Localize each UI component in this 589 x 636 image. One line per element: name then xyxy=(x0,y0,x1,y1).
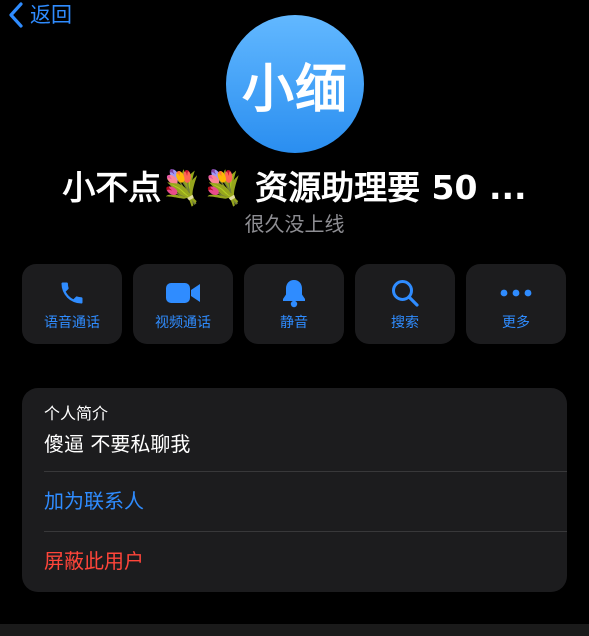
video-call-button[interactable]: 视频通话 xyxy=(133,264,233,344)
back-label: 返回 xyxy=(30,3,72,27)
chevron-left-icon xyxy=(9,2,23,28)
avatar[interactable]: 小缅 xyxy=(226,15,364,153)
search-label: 搜索 xyxy=(391,315,419,331)
action-buttons: 语音通话 视频通话 静音 搜索 更多 xyxy=(22,264,567,344)
mute-label: 静音 xyxy=(280,315,308,331)
divider xyxy=(44,471,567,472)
search-button[interactable]: 搜索 xyxy=(355,264,455,344)
video-call-label: 视频通话 xyxy=(155,315,211,331)
phone-icon xyxy=(61,282,83,304)
block-user-button[interactable]: 屏蔽此用户 xyxy=(44,547,144,575)
info-card: 个人简介 傻逼 不要私聊我 加为联系人 屏蔽此用户 xyxy=(22,388,567,592)
more-button[interactable]: 更多 xyxy=(466,264,566,344)
bell-icon xyxy=(283,280,305,308)
voice-call-label: 语音通话 xyxy=(44,315,100,331)
ellipsis-icon xyxy=(500,289,532,297)
profile-name: 小不点💐💐 资源助理要 50 ... xyxy=(62,168,527,207)
avatar-initials: 小缅 xyxy=(241,59,348,120)
back-button[interactable]: 返回 xyxy=(8,2,72,28)
bio-title: 个人简介 xyxy=(44,404,109,423)
add-contact-button[interactable]: 加为联系人 xyxy=(44,487,144,515)
bio-text: 傻逼 不要私聊我 xyxy=(44,432,191,456)
voice-call-button[interactable]: 语音通话 xyxy=(22,264,122,344)
video-camera-icon xyxy=(166,283,200,303)
more-label: 更多 xyxy=(502,315,530,331)
last-seen-status: 很久没上线 xyxy=(244,212,345,236)
divider xyxy=(44,531,567,532)
bottom-edge xyxy=(0,624,589,636)
search-icon xyxy=(392,280,419,307)
mute-button[interactable]: 静音 xyxy=(244,264,344,344)
